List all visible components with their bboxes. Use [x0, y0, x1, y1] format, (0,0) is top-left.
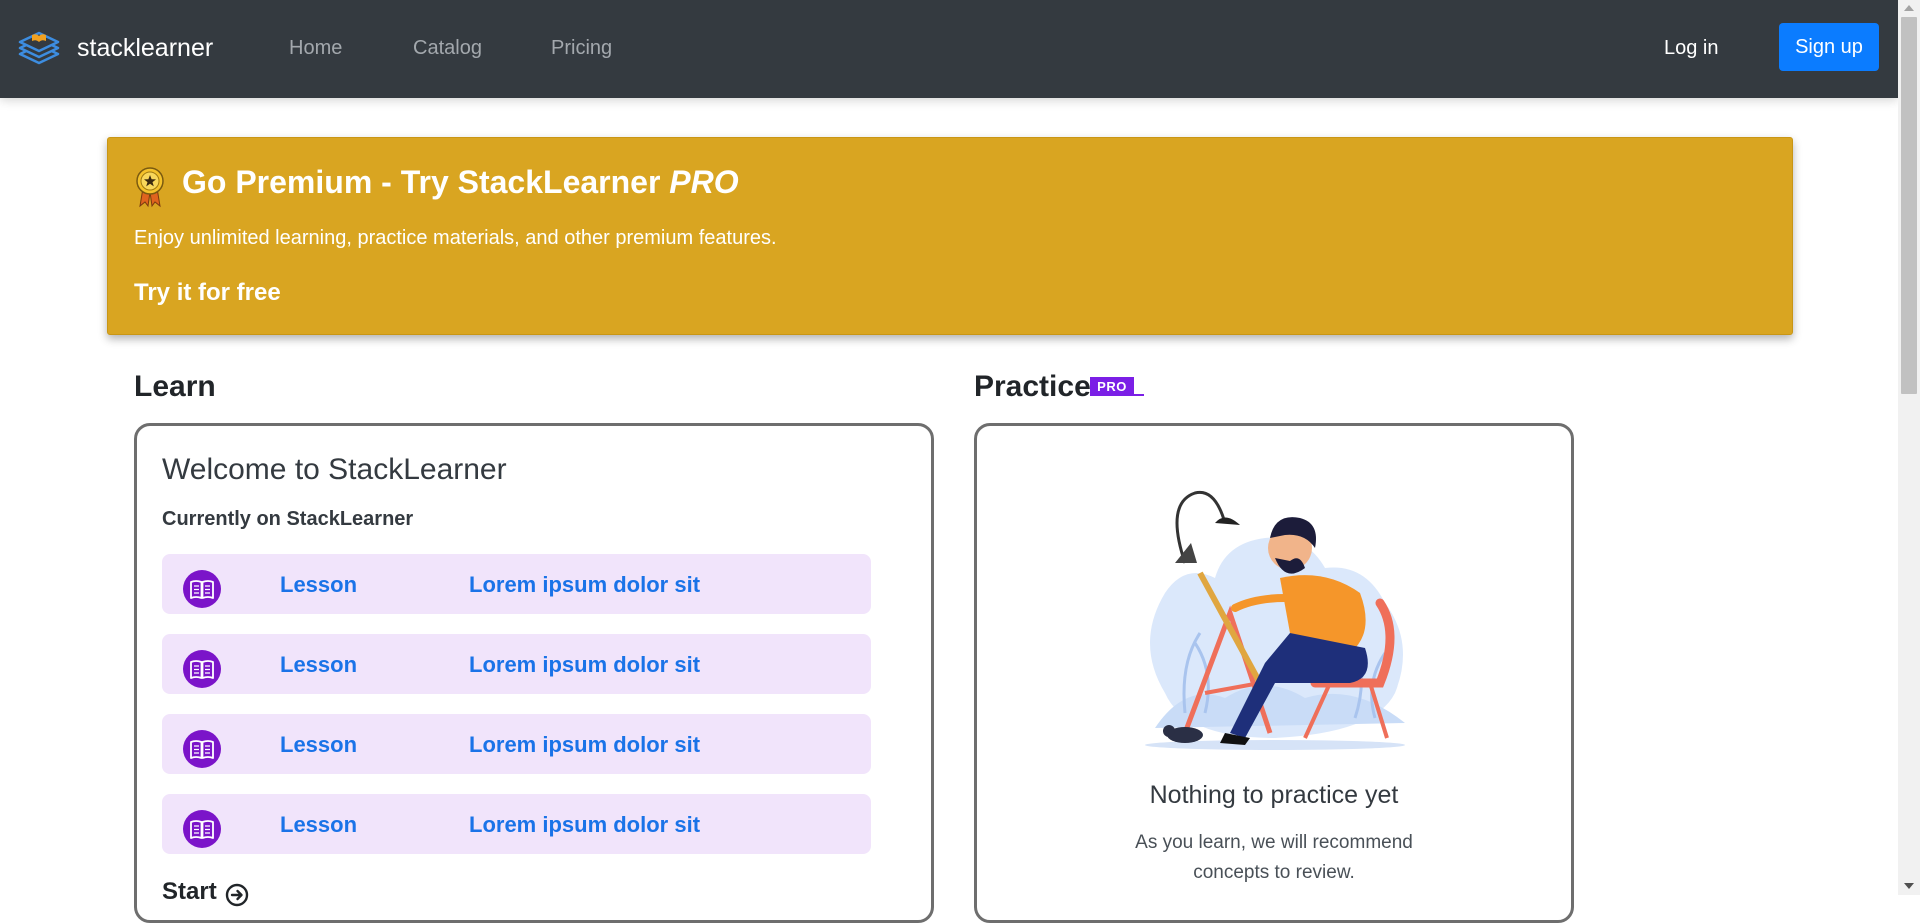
lesson-title-link[interactable]: Lorem ipsum dolor sit — [469, 572, 700, 598]
layers-book-icon[interactable] — [18, 26, 60, 70]
learn-heading: Learn — [134, 370, 216, 403]
open-book-icon — [183, 730, 221, 768]
open-book-icon — [183, 570, 221, 608]
login-link[interactable]: Log in — [1664, 37, 1719, 60]
practice-heading: Practice — [974, 370, 1091, 403]
pro-badge-underline — [1134, 394, 1144, 396]
vertical-scrollbar[interactable] — [1898, 0, 1920, 895]
signup-button[interactable]: Sign up — [1779, 23, 1879, 71]
brand-name[interactable]: stacklearner — [77, 34, 213, 63]
lesson-row[interactable]: Lesson Lorem ipsum dolor sit — [162, 794, 871, 854]
currently-label: Currently on StackLearner — [162, 508, 414, 530]
arrow-right-circle-icon[interactable] — [225, 883, 249, 907]
nav-pricing[interactable]: Pricing — [551, 37, 612, 60]
lesson-row[interactable]: Lesson Lorem ipsum dolor sit — [162, 634, 871, 694]
lesson-type-link[interactable]: Lesson — [280, 572, 357, 598]
banner-title-text: Go Premium - Try StackLearner — [182, 164, 670, 200]
premium-banner: Go Premium - Try StackLearner PRO Enjoy … — [107, 137, 1793, 335]
banner-description: Enjoy unlimited learning, practice mater… — [134, 227, 777, 249]
open-book-icon — [183, 810, 221, 848]
nav-home[interactable]: Home — [289, 37, 342, 60]
medal-icon — [136, 167, 164, 208]
pro-badge: PRO — [1090, 377, 1134, 396]
scroll-down-arrow-icon[interactable] — [1904, 883, 1914, 889]
banner-title: Go Premium - Try StackLearner PRO — [182, 164, 739, 201]
top-navbar: stacklearner Home Catalog Pricing Log in… — [0, 0, 1898, 98]
nav-catalog[interactable]: Catalog — [413, 37, 482, 60]
scroll-thumb[interactable] — [1901, 17, 1917, 394]
practice-card: Nothing to practice yet As you learn, we… — [974, 423, 1574, 923]
lesson-row[interactable]: Lesson Lorem ipsum dolor sit — [162, 714, 871, 774]
learn-card: Welcome to StackLearner Currently on Sta… — [134, 423, 934, 923]
lesson-type-link[interactable]: Lesson — [280, 652, 357, 678]
lesson-type-link[interactable]: Lesson — [280, 812, 357, 838]
empty-practice-title: Nothing to practice yet — [1149, 781, 1399, 809]
lesson-title-link[interactable]: Lorem ipsum dolor sit — [469, 812, 700, 838]
lesson-title-link[interactable]: Lorem ipsum dolor sit — [469, 732, 700, 758]
artist-drawing-illustration — [1145, 490, 1405, 750]
scroll-up-arrow-icon[interactable] — [1904, 5, 1914, 11]
start-link[interactable]: Start — [162, 878, 217, 906]
lesson-row[interactable]: Lesson Lorem ipsum dolor sit — [162, 554, 871, 614]
lesson-type-link[interactable]: Lesson — [280, 732, 357, 758]
welcome-title: Welcome to StackLearner — [162, 453, 507, 486]
empty-practice-description: As you learn, we will recommend concepts… — [1135, 832, 1413, 883]
lesson-title-link[interactable]: Lorem ipsum dolor sit — [469, 652, 700, 678]
open-book-icon — [183, 650, 221, 688]
banner-title-pro: PRO — [669, 164, 739, 200]
try-free-link[interactable]: Try it for free — [134, 279, 281, 307]
